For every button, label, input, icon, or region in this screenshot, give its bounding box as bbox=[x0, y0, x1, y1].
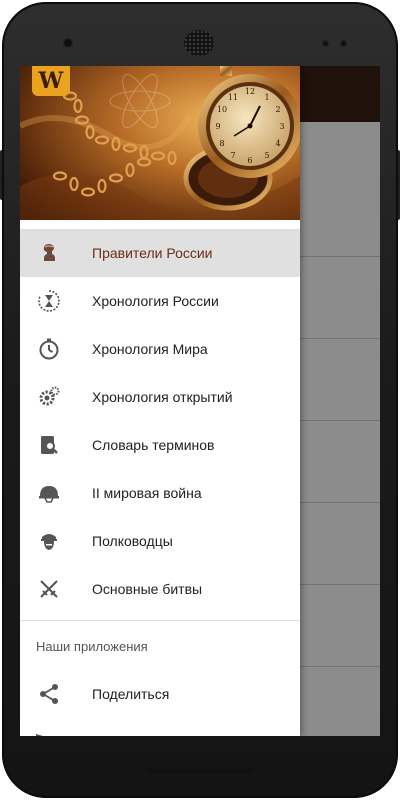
menu-item-share[interactable]: Поделиться bbox=[20, 670, 300, 718]
proximity-sensor-icon bbox=[322, 40, 329, 47]
svg-text:6: 6 bbox=[247, 156, 252, 165]
app-logo: W bbox=[32, 66, 70, 96]
menu-item-label: Полководцы bbox=[92, 533, 173, 549]
drawer-header-image: 12 3 6 9 1 2 4 5 7 8 10 11 W bbox=[20, 66, 300, 220]
bottom-speaker bbox=[145, 768, 255, 774]
share-icon bbox=[37, 682, 61, 706]
menu-item-label: Поделиться bbox=[92, 686, 170, 702]
svg-text:2: 2 bbox=[275, 105, 280, 114]
menu-item-label: Правители России bbox=[92, 245, 213, 261]
menu-item-world-war-2[interactable]: II мировая война bbox=[20, 469, 300, 517]
menu-item-glossary[interactable]: Словарь терминов bbox=[20, 421, 300, 469]
share-section: Поделиться bbox=[20, 670, 300, 718]
menu-item-label: Хронология открытий bbox=[92, 389, 233, 405]
svg-text:10: 10 bbox=[217, 105, 227, 114]
hourglass-history-icon bbox=[37, 289, 61, 313]
menu-divider bbox=[20, 620, 300, 621]
earpiece-speaker bbox=[184, 30, 214, 56]
svg-text:9: 9 bbox=[215, 122, 220, 131]
stopwatch-icon bbox=[37, 337, 61, 361]
navigation-drawer: 12 3 6 9 1 2 4 5 7 8 10 11 W Правители Р… bbox=[20, 66, 300, 736]
menu-item-main-battles[interactable]: Основные битвы bbox=[20, 565, 300, 613]
menu-item-label: Хронология Мира bbox=[92, 341, 208, 357]
crossed-swords-icon bbox=[37, 577, 61, 601]
light-sensor-icon bbox=[340, 40, 347, 47]
section-title-our-apps: Наши приложения bbox=[36, 639, 148, 654]
phone-frame: 12 3 6 9 1 2 4 5 7 8 10 11 W Правители Р… bbox=[0, 0, 400, 800]
menu-item-label: Основные битвы bbox=[92, 581, 203, 597]
menu-item-world-chronology[interactable]: Хронология Мира bbox=[20, 325, 300, 373]
svg-text:12: 12 bbox=[245, 87, 255, 96]
svg-text:7: 7 bbox=[230, 151, 235, 160]
drawer-menu: Правители России Хронология России Хроно… bbox=[20, 229, 300, 613]
ruler-bust-icon bbox=[37, 241, 61, 265]
menu-item-discoveries-chronology[interactable]: Хронология открытий bbox=[20, 373, 300, 421]
screen: 12 3 6 9 1 2 4 5 7 8 10 11 W Правители Р… bbox=[20, 66, 380, 736]
svg-text:1: 1 bbox=[264, 93, 269, 102]
menu-item-label: Словарь терминов bbox=[92, 437, 215, 453]
menu-item-label: II мировая война bbox=[92, 485, 202, 501]
military-officer-icon bbox=[37, 529, 61, 553]
svg-text:4: 4 bbox=[275, 139, 280, 148]
menu-item-commanders[interactable]: Полководцы bbox=[20, 517, 300, 565]
gears-icon bbox=[37, 385, 61, 409]
svg-text:5: 5 bbox=[264, 151, 269, 160]
army-helmet-icon bbox=[37, 481, 61, 505]
menu-item-russia-chronology[interactable]: Хронология России bbox=[20, 277, 300, 325]
menu-item-label: Хронология России bbox=[92, 293, 219, 309]
menu-item-rulers-of-russia[interactable]: Правители России bbox=[20, 229, 300, 277]
send-icon bbox=[36, 734, 43, 736]
book-search-icon bbox=[37, 433, 61, 457]
svg-text:3: 3 bbox=[279, 122, 284, 131]
svg-text:11: 11 bbox=[228, 93, 238, 102]
svg-text:8: 8 bbox=[219, 139, 224, 148]
front-camera-icon bbox=[63, 38, 73, 48]
